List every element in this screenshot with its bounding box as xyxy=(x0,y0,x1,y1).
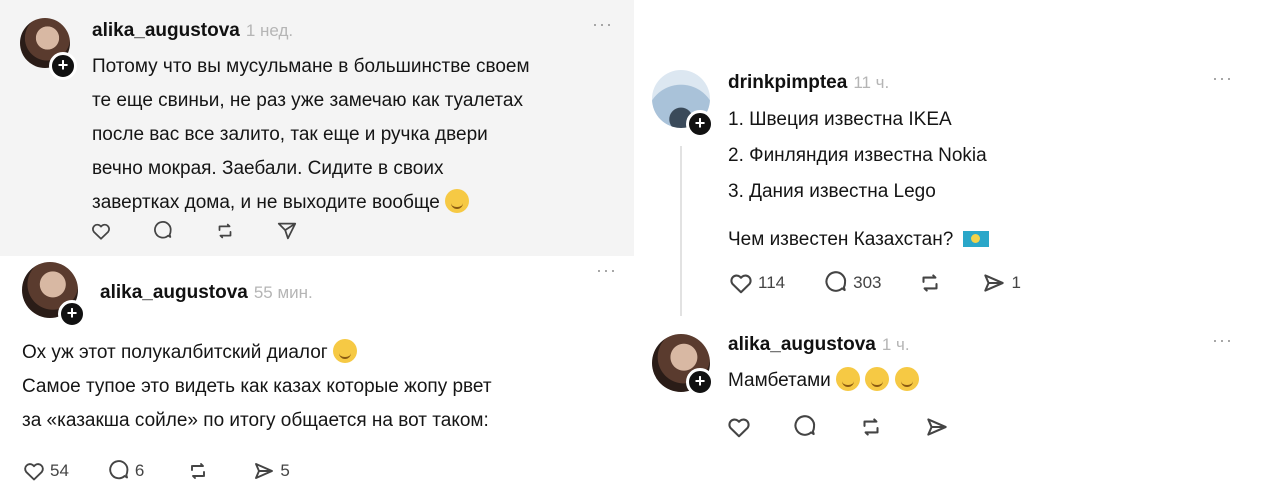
comment-icon xyxy=(109,460,129,480)
timestamp: 11 ч. xyxy=(853,73,890,92)
heart-icon xyxy=(728,418,750,438)
post-text: Мамбетами xyxy=(728,364,919,398)
post-text-content: Мамбетами xyxy=(728,370,831,391)
post-card-2: + alika_augustova 55 мин. ··· Ох уж этот … xyxy=(0,256,636,504)
comment-button[interactable]: 6 xyxy=(107,459,144,483)
post-line: Потому что вы мусульмане в большинстве с… xyxy=(92,56,530,77)
follow-plus-icon[interactable]: + xyxy=(686,110,714,138)
like-button[interactable]: 54 xyxy=(22,459,69,483)
follow-plus-icon[interactable]: + xyxy=(686,368,714,396)
share-icon xyxy=(255,463,274,479)
share-button[interactable]: 1 xyxy=(981,270,1021,296)
repost-icon xyxy=(218,223,232,239)
smirk-face-emoji-icon xyxy=(865,367,890,391)
post-line-text: завертках дома, и не выходите вообще xyxy=(92,192,440,213)
post-text: 1. Швеция известна IKEA 2. Финляндия изв… xyxy=(728,102,989,258)
username[interactable]: alika_augustova 55 мин. xyxy=(100,282,313,304)
timestamp: 1 ч. xyxy=(881,335,910,354)
post-line: после вас все залито, так еще и ручка дв… xyxy=(92,124,488,145)
more-options-icon[interactable]: ··· xyxy=(1212,68,1233,89)
share-icon xyxy=(277,222,297,240)
username-text[interactable]: drinkpimptea xyxy=(728,72,847,93)
username-text[interactable]: alika_augustova xyxy=(728,334,876,355)
repost-button[interactable] xyxy=(214,220,236,242)
post-line: 1. Швеция известна IKEA xyxy=(728,109,952,130)
repost-icon xyxy=(863,418,879,436)
repost-icon xyxy=(191,463,206,479)
smirk-face-emoji-icon xyxy=(445,189,470,213)
post-line: 2. Финляндия известна Nokia xyxy=(728,145,987,166)
heart-icon xyxy=(24,463,44,481)
share-icon xyxy=(927,418,947,436)
follow-plus-icon[interactable]: + xyxy=(49,52,77,80)
comment-icon xyxy=(794,415,816,436)
share-button[interactable] xyxy=(276,220,298,242)
more-options-icon[interactable]: ··· xyxy=(596,260,617,281)
post-line: те еще свиньи, не раз уже замечаю как ту… xyxy=(92,90,523,111)
like-count: 114 xyxy=(758,273,786,292)
post-line: Чем известен Казахстан? xyxy=(728,222,989,258)
post-text: Ох уж этот полукалбитский диалог Самое т… xyxy=(22,336,492,438)
username-text[interactable]: alika_augustova xyxy=(92,20,240,41)
heart-icon xyxy=(92,223,110,240)
post-line: Самое тупое это видеть как казах которые… xyxy=(22,376,492,397)
more-options-icon[interactable]: ··· xyxy=(1212,330,1233,351)
comment-button[interactable] xyxy=(152,220,174,242)
post-card-3: + drinkpimptea 11 ч. ··· 1. Швеция извест… xyxy=(638,62,1260,324)
post-actions: 114 303 1 xyxy=(728,270,1055,296)
comment-icon xyxy=(154,221,172,239)
comment-count: 303 xyxy=(853,273,882,292)
post-line: завертках дома, и не выходите вообще xyxy=(92,186,530,220)
username[interactable]: alika_augustova 1 нед. xyxy=(92,20,293,42)
post-line-text: Ох уж этот полукалбитский диалог xyxy=(22,342,328,363)
smirk-face-emoji-icon xyxy=(894,367,919,391)
username[interactable]: drinkpimptea 11 ч. xyxy=(728,72,889,94)
repost-button[interactable] xyxy=(917,270,943,296)
post-line: вечно мокрая. Заебали. Сидите в своих xyxy=(92,158,444,179)
like-button[interactable] xyxy=(90,220,112,242)
comment-count: 6 xyxy=(134,461,145,480)
post-actions xyxy=(90,220,332,242)
smirk-face-emoji-icon xyxy=(836,367,861,391)
post-line: 3. Дания известна Lego xyxy=(728,181,936,202)
comment-icon xyxy=(825,271,847,292)
share-count: 1 xyxy=(1011,273,1021,292)
timestamp: 1 нед. xyxy=(245,21,294,40)
like-button[interactable] xyxy=(726,414,752,440)
post-text: Потому что вы мусульмане в большинстве с… xyxy=(92,50,530,220)
post-question: Чем известен Казахстан? xyxy=(728,229,954,250)
post-actions: 54 6 5 xyxy=(22,459,324,483)
post-actions xyxy=(726,414,984,440)
post-card-1: + alika_augustova 1 нед. ··· Потому что в… xyxy=(0,0,634,256)
timestamp: 55 мин. xyxy=(253,283,313,302)
like-count: 54 xyxy=(50,461,69,480)
kazakhstan-flag-icon xyxy=(962,231,989,247)
thread-line xyxy=(680,146,682,316)
share-button[interactable]: 5 xyxy=(252,459,290,483)
post-line: за «казакша сойле» по итогу общается на … xyxy=(22,410,489,431)
laughing-face-emoji-icon xyxy=(333,339,357,363)
share-count: 5 xyxy=(280,461,290,480)
share-icon xyxy=(984,274,1005,292)
more-options-icon[interactable]: ··· xyxy=(592,14,613,35)
heart-icon xyxy=(730,274,752,294)
share-button[interactable] xyxy=(924,414,950,440)
username-text[interactable]: alika_augustova xyxy=(100,282,248,303)
follow-plus-icon[interactable]: + xyxy=(58,300,86,328)
comment-button[interactable]: 303 xyxy=(823,270,881,296)
repost-button[interactable] xyxy=(186,459,210,483)
post-card-4: + alika_augustova 1 ч. ··· Мамбетами xyxy=(638,324,1260,448)
like-button[interactable]: 114 xyxy=(728,270,785,296)
repost-icon xyxy=(922,274,939,292)
post-line: Ох уж этот полукалбитский диалог xyxy=(22,336,492,370)
repost-button[interactable] xyxy=(858,414,884,440)
username[interactable]: alika_augustova 1 ч. xyxy=(728,334,910,356)
comment-button[interactable] xyxy=(792,414,818,440)
